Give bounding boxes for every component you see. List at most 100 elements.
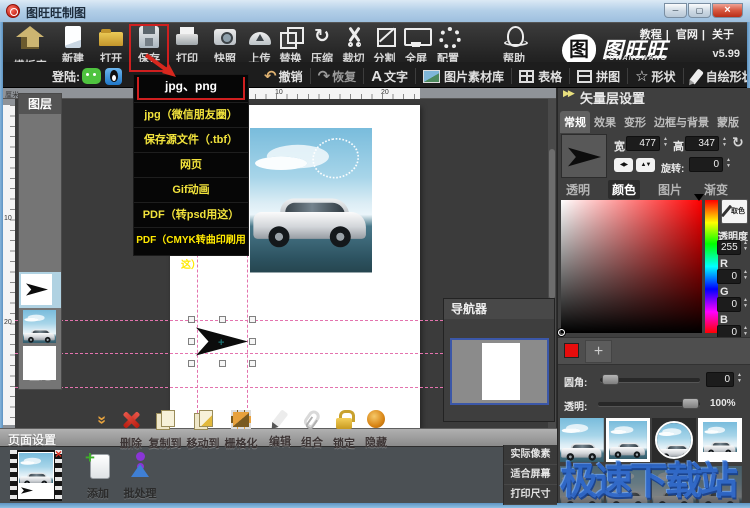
page-setup-label[interactable]: 页面设置 [8,431,56,448]
saturation-value-picker[interactable] [561,200,702,333]
freeform-shape-tool[interactable]: 自绘形状 [706,68,750,85]
actual-pixels-option[interactable]: 实际像素 [504,445,557,465]
help-button[interactable]: 帮助 [496,25,532,63]
menu-item-jpg-wechat[interactable]: jpg（微信朋友圈） [134,102,248,127]
crop-button[interactable]: 裁切 [338,25,369,63]
menu-item-pdf-cmyk[interactable]: PDF（CMYK转曲印刷用这） [134,227,248,252]
redo-label[interactable]: 恢复 [332,68,356,85]
replace-button[interactable]: 替换 [275,25,306,63]
menu-item-jpg-png[interactable]: jpg、png [137,77,245,100]
snapshot-button[interactable]: 快照 [206,25,244,63]
hide-button[interactable]: 隐藏 [357,410,395,450]
scissors-icon [344,26,364,48]
open-button[interactable]: 打开 [92,25,130,63]
corner-radius-handle[interactable] [602,374,619,385]
navigator-title: 导航器 [444,299,554,319]
upload-button[interactable]: 上传 [244,25,275,63]
rasterize-icon [231,410,251,429]
minimize-button[interactable]: ─ [664,3,687,18]
maximize-button[interactable]: ▢ [688,3,711,18]
batch-process-button[interactable]: 批处理 [118,452,162,501]
version-label: v5.99 [712,48,740,60]
table-tool[interactable]: 表格 [538,68,562,85]
handle-e[interactable] [249,338,256,345]
eyedropper-button[interactable]: 取色 [721,199,748,224]
menu-item-webpage[interactable]: 网页 [134,152,248,177]
hue-slider[interactable] [705,200,718,333]
site-watermark: 极速下载站 [560,450,735,505]
car-image-layer[interactable] [250,128,372,292]
handle-w[interactable] [188,338,195,345]
fullscreen-button[interactable]: 全屏 [400,25,432,63]
new-button[interactable]: 新建 [54,25,92,63]
menu-item-gif[interactable]: Gif动画 [134,177,248,202]
flip-vertical-button[interactable]: ▲▼ [636,158,655,172]
collage-tool[interactable]: 拼图 [596,68,620,85]
text-tool-icon: A [371,68,382,85]
handle-ne[interactable] [249,316,256,323]
text-tool[interactable]: 文字 [384,68,408,85]
r-input[interactable]: 0 [717,269,741,284]
handle-sw[interactable] [188,360,195,367]
swap-size-icon[interactable]: ↻ [732,134,744,151]
flip-horizontal-button[interactable]: ◀▶ [614,158,633,172]
tab-mask[interactable]: 蒙版 [713,111,743,133]
add-swatch-button[interactable]: + [585,340,612,363]
tab-transform[interactable]: 变形 [620,111,650,133]
delete-button[interactable]: 删除 [112,410,150,451]
selected-shape[interactable]: + [192,320,252,363]
handle-s[interactable] [219,360,226,367]
width-label: 宽 [614,138,625,154]
fill-mode-tabs: 透明 颜色 图片 渐变 [562,180,732,199]
collapse-panel-chevron[interactable]: » [92,416,110,423]
handle-n[interactable] [219,316,226,323]
shape-tool[interactable]: 形状 [652,68,676,85]
width-input[interactable]: 477 [626,136,660,151]
navigator-viewport[interactable] [450,338,549,405]
split-button[interactable]: 分割 [369,25,400,63]
corner-radius-input[interactable]: 0 [706,372,734,387]
fill-tab-gradient[interactable]: 渐变 [700,180,732,199]
save-floppy-icon [139,26,159,48]
qq-login-icon[interactable] [105,68,122,85]
split-icon [376,26,394,48]
menu-item-source-file[interactable]: 保存源文件（.tbf） [134,127,248,152]
layer-arrow-selected[interactable] [19,272,61,308]
edit-pen-icon [272,409,289,427]
alpha-handle[interactable] [682,398,699,409]
handle-nw[interactable] [188,316,195,323]
fill-tab-image[interactable]: 图片 [654,180,686,199]
print-size-option[interactable]: 打印尺寸 [504,485,557,505]
config-button[interactable]: 配置 [432,25,464,63]
compress-button[interactable]: ↻压缩 [306,25,338,63]
rotate-input[interactable]: 0 [689,157,723,172]
fill-tab-transparent[interactable]: 透明 [562,180,594,199]
image-library[interactable]: 图片素材库 [444,68,504,85]
wechat-login-icon[interactable] [82,68,101,84]
padlock-icon [336,410,352,429]
current-color-swatch[interactable] [564,343,579,358]
layer-car-image[interactable] [23,310,56,343]
tab-general[interactable]: 常规 [560,111,590,133]
add-page-button[interactable]: 添加 [76,452,120,501]
tab-border-background[interactable]: 边框与背景 [650,111,713,133]
handle-se[interactable] [249,360,256,367]
fill-tab-color[interactable]: 颜色 [608,180,640,199]
undo-icon[interactable]: ↶ [264,67,277,85]
rasterize-button[interactable]: 栅格化 [222,410,260,451]
move-to-button[interactable]: 移动到 [184,410,222,451]
opacity-input[interactable]: 255 [717,240,741,255]
undo-label[interactable]: 撤销 [279,68,303,85]
copy-to-button[interactable]: 复制到 [146,410,184,451]
close-button[interactable]: × [712,3,743,18]
menu-item-pdf-psd[interactable]: PDF（转psd用这） [134,202,248,227]
pages-panel: × 添加 批处理 实际像素 适合屏幕 打印尺寸 [0,446,557,503]
height-input[interactable]: 347 [685,136,719,151]
fit-screen-option[interactable]: 适合屏幕 [504,465,557,485]
tab-effects[interactable]: 效果 [590,111,620,133]
image-library-icon [423,70,440,83]
remove-page-icon[interactable]: × [55,447,62,461]
redo-icon[interactable]: ↷ [318,67,331,85]
select-all-layers[interactable]: 全选 [19,367,61,383]
g-input[interactable]: 0 [717,297,741,312]
